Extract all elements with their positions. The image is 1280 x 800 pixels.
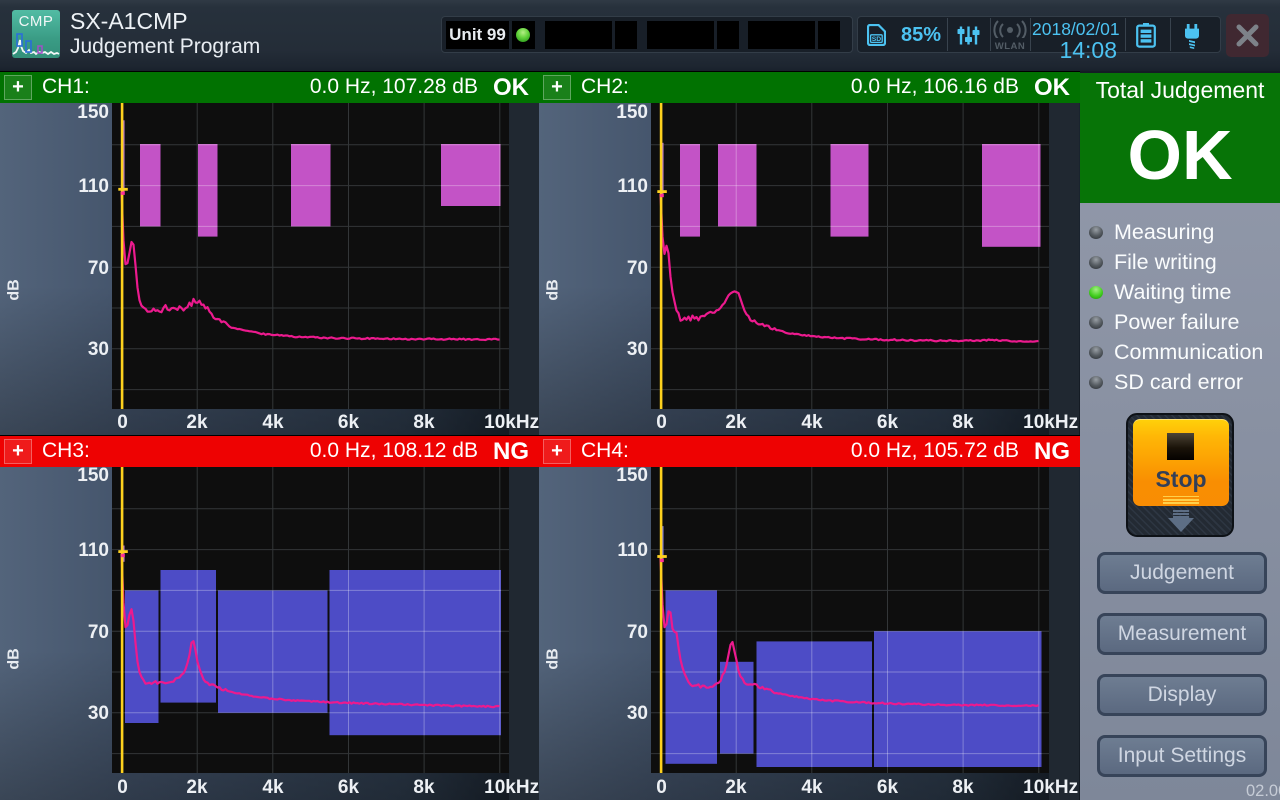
svg-text:SD: SD xyxy=(872,36,882,43)
